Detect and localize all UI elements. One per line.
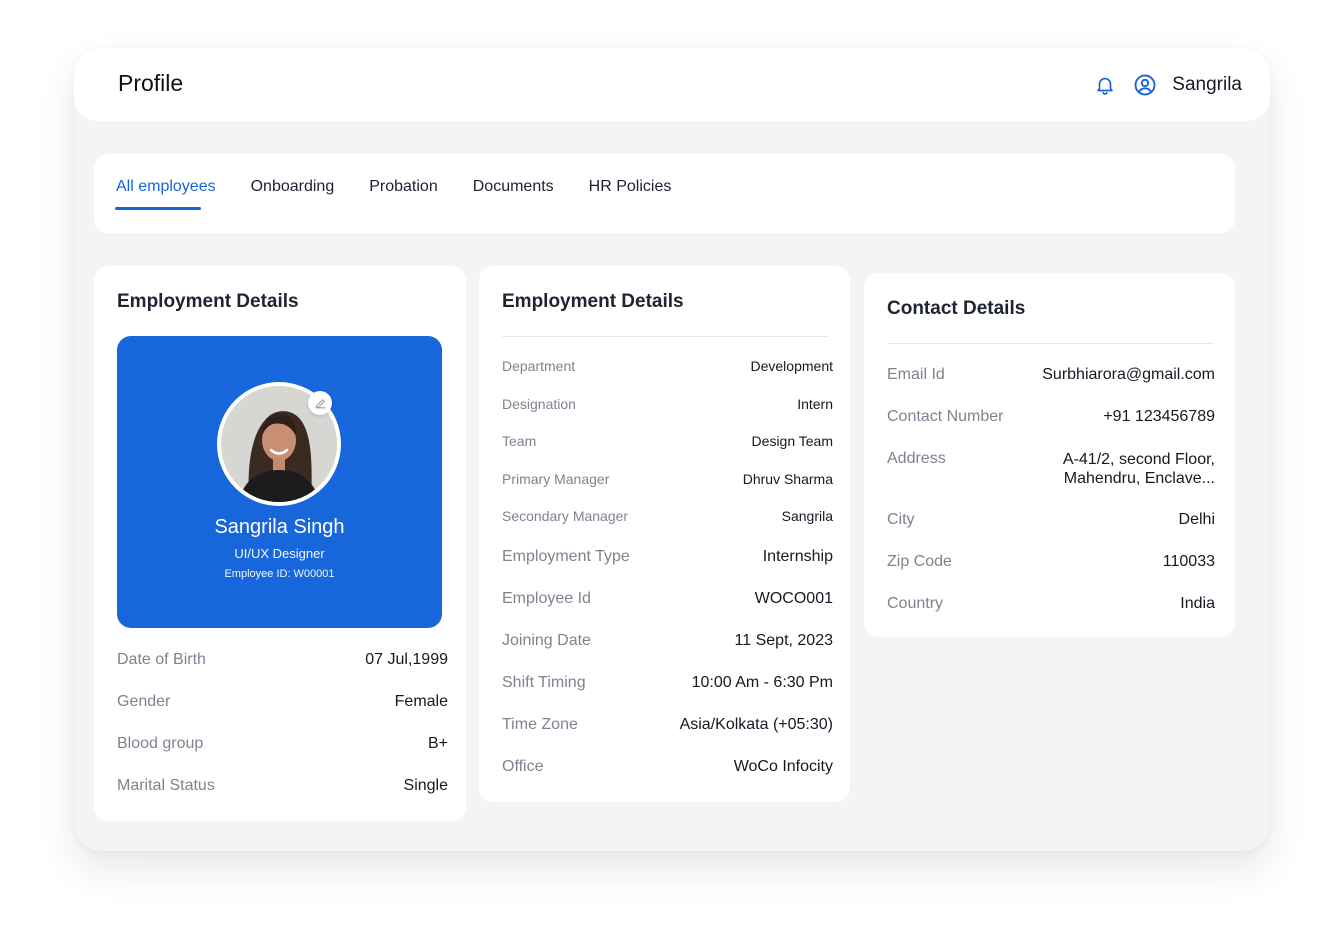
tab-documents[interactable]: Documents — [473, 178, 554, 210]
detail-value: WOCO001 — [754, 590, 833, 607]
detail-value: Asia/Kolkata (+05:30) — [679, 716, 833, 733]
contact-card-title: Contact Details — [887, 298, 1026, 319]
detail-row: Secondary Manager Sangrila — [502, 508, 833, 548]
address-value: A-41/2, second Floor, Mahendru, Enclave.… — [1063, 450, 1215, 488]
employee-name: Sangrila Singh — [214, 516, 345, 538]
detail-label: Shift Timing — [502, 674, 586, 691]
detail-label: Date of Birth — [117, 651, 206, 668]
detail-value: India — [1180, 595, 1215, 612]
user-circle-icon[interactable] — [1132, 72, 1158, 98]
detail-label: Zip Code — [887, 553, 952, 570]
detail-row: Blood group B+ — [117, 735, 448, 777]
detail-label: Blood group — [117, 735, 204, 752]
detail-label: Office — [502, 758, 544, 775]
detail-label: Department — [502, 358, 576, 374]
page-title: Profile — [118, 70, 184, 96]
detail-row: Marital Status Single — [117, 777, 448, 819]
detail-label: Joining Date — [502, 632, 591, 649]
detail-value: Intern — [797, 395, 833, 412]
detail-row: Office WoCo Infocity — [502, 758, 833, 800]
contact-card: Contact Details Email Id Surbhiarora@gma… — [864, 273, 1235, 637]
tab-hr-policies[interactable]: HR Policies — [589, 178, 672, 210]
detail-row: Contact Number +91 123456789 — [887, 408, 1215, 450]
detail-label: Team — [502, 433, 537, 449]
detail-label: Secondary Manager — [502, 508, 629, 524]
detail-label: Primary Manager — [502, 470, 610, 487]
personal-details: Date of Birth 07 Jul,1999 Gender Female … — [117, 651, 448, 819]
detail-label: Employment Type — [502, 548, 630, 565]
detail-label: Country — [887, 595, 944, 612]
detail-value: 10:00 Am - 6:30 Pm — [691, 674, 833, 691]
detail-value: Single — [403, 777, 448, 794]
tab-all-employees[interactable]: All employees — [115, 178, 216, 210]
pencil-icon[interactable] — [308, 391, 332, 415]
employee-id: Employee ID: W00001 — [224, 568, 335, 580]
address-line-2: Mahendru, Enclave... — [1063, 470, 1215, 487]
detail-value: WoCo Infocity — [733, 758, 833, 775]
detail-value: 11 Sept, 2023 — [734, 632, 833, 649]
detail-label: Email Id — [887, 366, 945, 383]
employment-card-title: Employment Details — [502, 291, 684, 312]
detail-row: Team Design Team — [502, 433, 833, 471]
detail-row: Address A-41/2, second Floor, Mahendru, … — [887, 450, 1215, 511]
employee-role: UI/UX Designer — [234, 546, 325, 561]
detail-label: Address — [887, 450, 946, 467]
detail-row: Gender Female — [117, 693, 448, 735]
profile-summary: Sangrila Singh UI/UX Designer Employee I… — [117, 336, 442, 628]
top-header: Profile Sangrila — [74, 48, 1270, 121]
detail-row: Primary Manager Dhruv Sharma — [502, 471, 833, 509]
detail-value: Dhruv Sharma — [742, 470, 833, 487]
contact-details: Email Id Surbhiarora@gmail.com Contact N… — [887, 366, 1215, 637]
detail-row: Country India — [887, 595, 1215, 637]
divider — [887, 343, 1214, 344]
user-name[interactable]: Sangrila — [1172, 74, 1242, 96]
detail-value: Delhi — [1178, 511, 1215, 528]
header-actions: Sangrila — [1092, 72, 1242, 98]
email-value: Surbhiarora@gmail.com — [1042, 366, 1215, 383]
detail-row: City Delhi — [887, 511, 1215, 553]
profile-card-title: Employment Details — [117, 291, 299, 312]
employment-details: Department Development Designation Inter… — [502, 358, 833, 800]
detail-row: Shift Timing 10:00 Am - 6:30 Pm — [502, 674, 833, 716]
detail-label: City — [887, 511, 915, 528]
employment-card: Employment Details Department Developmen… — [479, 266, 850, 802]
detail-label: Designation — [502, 395, 576, 412]
divider — [502, 336, 829, 337]
profile-card: Employment Details Sangrila Singh UI/UX … — [94, 266, 466, 821]
detail-label: Marital Status — [117, 777, 215, 794]
detail-label: Time Zone — [502, 716, 578, 733]
detail-value: Development — [750, 358, 834, 374]
detail-label: Gender — [117, 693, 171, 710]
detail-row: Department Development — [502, 358, 833, 396]
detail-value: B+ — [427, 735, 448, 752]
detail-row: Employee Id WOCO001 — [502, 590, 833, 632]
tab-list: All employees Onboarding Probation Docum… — [115, 178, 672, 210]
detail-value: 110033 — [1162, 553, 1215, 570]
bell-icon[interactable] — [1092, 72, 1118, 98]
detail-row: Email Id Surbhiarora@gmail.com — [887, 366, 1215, 408]
detail-row: Designation Intern — [502, 396, 833, 434]
tab-onboarding[interactable]: Onboarding — [251, 178, 335, 210]
detail-label: Employee Id — [502, 590, 591, 607]
address-line-1: A-41/2, second Floor, — [1062, 451, 1215, 468]
app-window: Profile Sangrila All employees Onboardin… — [74, 48, 1270, 851]
detail-row: Zip Code 110033 — [887, 553, 1215, 595]
detail-row: Time Zone Asia/Kolkata (+05:30) — [502, 716, 833, 758]
detail-value: Internship — [762, 548, 833, 565]
phone-value: +91 123456789 — [1103, 408, 1215, 425]
detail-row: Employment Type Internship — [502, 548, 833, 590]
detail-label: Contact Number — [887, 408, 1004, 425]
detail-value: Sangrila — [781, 508, 833, 524]
detail-value: 07 Jul,1999 — [365, 651, 448, 668]
detail-row: Date of Birth 07 Jul,1999 — [117, 651, 448, 693]
tabs-bar: All employees Onboarding Probation Docum… — [94, 154, 1235, 233]
detail-value: Design Team — [751, 433, 833, 449]
detail-row: Joining Date 11 Sept, 2023 — [502, 632, 833, 674]
tab-probation[interactable]: Probation — [369, 178, 438, 210]
detail-value: Female — [394, 693, 448, 710]
